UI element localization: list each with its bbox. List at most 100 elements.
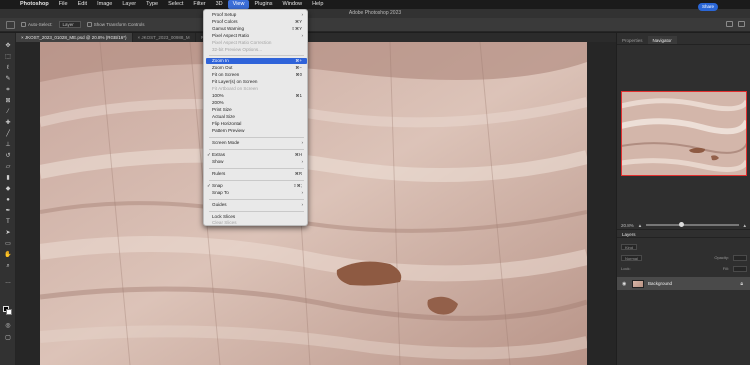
layer-row-background[interactable]: ◉ Background 🔒︎ bbox=[617, 277, 750, 290]
menu-item-zoom-out[interactable]: Zoom Out ⌘− bbox=[206, 65, 307, 71]
brush-tool-icon[interactable]: ╱ bbox=[4, 131, 12, 138]
document-image[interactable] bbox=[40, 42, 587, 365]
opacity-field[interactable] bbox=[733, 254, 747, 261]
menu-item-actual-size[interactable]: Actual Size bbox=[206, 114, 307, 120]
crop-tool-icon[interactable]: ⌗ bbox=[4, 87, 12, 94]
auto-select-checkbox[interactable]: Auto-Select: bbox=[21, 22, 53, 28]
menu-item-pixel-aspect-ratio[interactable]: Pixel Aspect Ratio › bbox=[206, 33, 307, 39]
menu-item-rulers[interactable]: Rulers ⌘R bbox=[206, 171, 307, 177]
eye-icon[interactable]: ◉ bbox=[622, 281, 628, 287]
menu-item-zoom-in[interactable]: Zoom In ⌘+ bbox=[206, 58, 307, 64]
auto-select-dropdown[interactable]: Layer bbox=[58, 21, 81, 28]
menu-item-extras[interactable]: ✓ Extras ⌘H bbox=[206, 152, 307, 158]
menu-type[interactable]: Type bbox=[141, 0, 163, 9]
path-select-tool-icon[interactable]: ➤ bbox=[4, 230, 12, 237]
menu-photoshop[interactable]: Photoshop bbox=[15, 0, 54, 9]
menu-select[interactable]: Select bbox=[163, 0, 188, 9]
menu-item-snap-to[interactable]: Snap To › bbox=[206, 190, 307, 196]
zoom-slider-knob[interactable] bbox=[679, 222, 685, 227]
lasso-tool-icon[interactable]: ℓ bbox=[4, 65, 12, 72]
menu-item-snap[interactable]: ✓ Snap ⇧⌘; bbox=[206, 183, 307, 189]
menu-layer[interactable]: Layer bbox=[117, 0, 141, 9]
menu-separator bbox=[209, 149, 304, 150]
opacity-label: Opacity: bbox=[714, 255, 729, 260]
fill-field[interactable] bbox=[733, 265, 747, 272]
pen-tool-icon[interactable]: ✒ bbox=[4, 208, 12, 215]
menu-item-pattern-preview[interactable]: Pattern Preview bbox=[206, 128, 307, 134]
frame-tool-icon[interactable]: ⊠ bbox=[4, 98, 12, 105]
blur-tool-icon[interactable]: ◆ bbox=[4, 186, 12, 193]
menu-item-gamut-warning[interactable]: Gamut Warning ⇧⌘Y bbox=[206, 26, 307, 32]
quick-mask-icon[interactable]: ◎ bbox=[4, 323, 12, 330]
menu-view[interactable]: View bbox=[227, 0, 250, 9]
navigator-view-box[interactable] bbox=[621, 91, 747, 176]
menu-item-32bit-preview: 32-bit Preview Options... bbox=[212, 47, 263, 52]
submenu-arrow-icon: › bbox=[301, 12, 304, 17]
menu-item-100-percent[interactable]: 100% ⌘1 bbox=[206, 93, 307, 99]
menu-file[interactable]: File bbox=[54, 0, 73, 9]
history-brush-icon[interactable]: ↺ bbox=[4, 153, 12, 160]
blend-mode-select[interactable]: Normal bbox=[621, 254, 642, 261]
tab-navigator[interactable]: Navigator bbox=[647, 36, 677, 44]
zoom-tool-icon[interactable]: ⌕ bbox=[4, 263, 12, 270]
zoom-in-large-icon[interactable]: ▲ bbox=[743, 223, 747, 228]
lock-label: Lock: bbox=[621, 266, 631, 271]
eyedropper-tool-icon[interactable]: ⁄ bbox=[4, 109, 12, 116]
quick-select-tool-icon[interactable]: ✎ bbox=[4, 76, 12, 83]
menu-item-fit-on-screen[interactable]: Fit on Screen ⌘0 bbox=[206, 72, 307, 78]
layers-panel-header[interactable]: Layers bbox=[617, 229, 750, 238]
menu-item-print-size[interactable]: Print Size bbox=[206, 107, 307, 113]
layers-lock-row: Lock: Fill: bbox=[621, 265, 747, 272]
lock-icon[interactable]: 🔒︎ bbox=[740, 281, 743, 287]
menu-window[interactable]: Window bbox=[278, 0, 308, 9]
menu-item-proof-colors[interactable]: Proof Colors ⌘Y bbox=[206, 19, 307, 25]
stamp-tool-icon[interactable]: ⊥ bbox=[4, 142, 12, 149]
menu-image[interactable]: Image bbox=[92, 0, 117, 9]
menu-item-guides[interactable]: Guides › bbox=[206, 202, 307, 208]
marquee-tool-icon[interactable]: ⬚ bbox=[4, 54, 12, 61]
eraser-tool-icon[interactable]: ▱ bbox=[4, 164, 12, 171]
move-tool-preset-icon[interactable] bbox=[6, 20, 15, 29]
tab-properties[interactable]: Properties bbox=[617, 36, 648, 44]
menu-item-clear-slices: Clear Slices bbox=[212, 220, 237, 225]
submenu-arrow-icon: › bbox=[301, 33, 304, 38]
shape-tool-icon[interactable]: ▭ bbox=[4, 241, 12, 248]
transform-controls-checkbox[interactable]: Show Transform Controls bbox=[86, 22, 145, 28]
navigator-zoom-slider[interactable] bbox=[646, 222, 739, 227]
healing-tool-icon[interactable]: ✚ bbox=[4, 120, 12, 127]
menu-edit[interactable]: Edit bbox=[73, 0, 92, 9]
tab-document-active[interactable]: × JKOST_2023_01028_ME.psd @ 20.8% (RGB/1… bbox=[16, 33, 133, 42]
menu-3d[interactable]: 3D bbox=[211, 0, 228, 9]
menu-separator bbox=[209, 55, 304, 56]
menu-item-200-percent[interactable]: 200% bbox=[206, 100, 307, 106]
options-bar: Auto-Select: Layer Show Transform Contro… bbox=[0, 18, 750, 32]
navigator-zoom-value[interactable]: 20.8% bbox=[621, 223, 634, 228]
tab-document-2[interactable]: × JKOST_2023_00988_M bbox=[133, 33, 196, 42]
search-icon[interactable] bbox=[726, 21, 733, 27]
menu-item-flip-horizontal[interactable]: Flip Horizontal bbox=[206, 121, 307, 127]
menu-item-screen-mode[interactable]: Screen Mode › bbox=[206, 140, 307, 146]
share-button[interactable]: Share bbox=[698, 3, 718, 11]
more-tools-icon[interactable]: … bbox=[4, 279, 12, 286]
menu-item-proof-setup[interactable]: Proof Setup › bbox=[206, 12, 307, 18]
tools-panel: ✥ ⬚ ℓ ✎ ⌗ ⊠ ⁄ ✚ ╱ ⊥ ↺ ▱ ▮ ◆ ● ✒ T ➤ ▭ ✋ … bbox=[0, 33, 16, 365]
gradient-tool-icon[interactable]: ▮ bbox=[4, 175, 12, 182]
menu-help[interactable]: Help bbox=[307, 0, 328, 9]
menu-separator bbox=[209, 137, 304, 138]
screen-mode-icon[interactable]: ▢ bbox=[4, 335, 12, 342]
background-color-swatch[interactable] bbox=[6, 309, 12, 315]
checkmark-icon: ✓ bbox=[207, 183, 211, 188]
menu-item-fit-layers[interactable]: Fit Layer(s) on Screen bbox=[206, 79, 307, 85]
fill-label: Fill: bbox=[722, 266, 729, 271]
menu-filter[interactable]: Filter bbox=[188, 0, 210, 9]
view-menu-dropdown: Proof Setup › Proof Colors ⌘Y Gamut Warnin… bbox=[203, 9, 308, 226]
menu-plugins[interactable]: Plugins bbox=[249, 0, 277, 9]
type-tool-icon[interactable]: T bbox=[4, 219, 12, 226]
menu-item-show[interactable]: Show › bbox=[206, 159, 307, 165]
dodge-tool-icon[interactable]: ● bbox=[4, 197, 12, 204]
zoom-out-small-icon[interactable]: ▲ bbox=[638, 223, 642, 228]
workspace-icon[interactable] bbox=[738, 21, 745, 27]
move-tool-icon[interactable]: ✥ bbox=[4, 43, 12, 50]
layers-kind-filter[interactable]: Kind bbox=[621, 243, 638, 250]
hand-tool-icon[interactable]: ✋ bbox=[4, 252, 12, 259]
